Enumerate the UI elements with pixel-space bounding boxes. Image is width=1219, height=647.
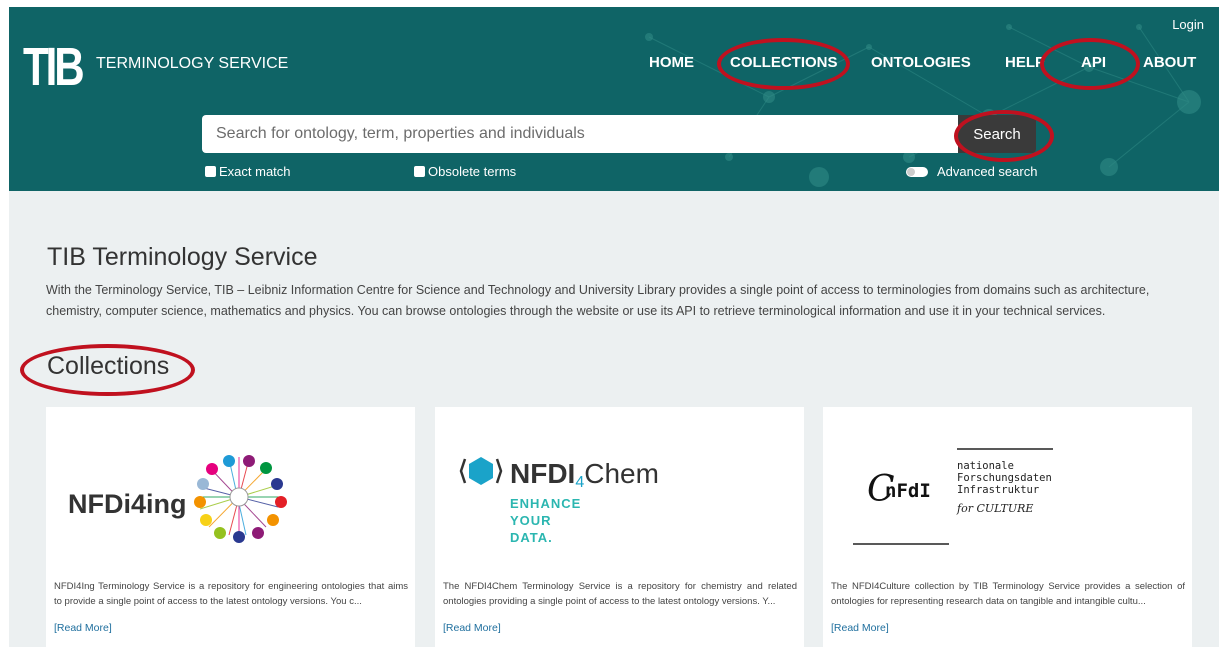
exact-match-checkbox[interactable] bbox=[205, 166, 216, 177]
nav-collections[interactable]: COLLECTIONS bbox=[730, 54, 838, 76]
tib-logo[interactable]: TIB bbox=[23, 37, 85, 97]
logo-line: Infrastruktur bbox=[957, 484, 1039, 496]
nfdi4culture-logo: C nFdI nationale Forschungsdaten Infrast… bbox=[853, 448, 1053, 545]
read-more-link[interactable]: [Read More] bbox=[443, 622, 501, 634]
tagline-line: ENHANCE bbox=[510, 496, 581, 511]
nav-api[interactable]: API bbox=[1081, 54, 1106, 76]
advanced-search-label: Advanced search bbox=[937, 164, 1038, 179]
logo-line: Forschungsdaten bbox=[957, 472, 1052, 484]
exact-match-label: Exact match bbox=[219, 164, 291, 179]
collection-card-nfdi4culture[interactable]: C nFdI nationale Forschungsdaten Infrast… bbox=[823, 407, 1192, 647]
collection-card-nfdi4chem[interactable]: NFDI4Chem ENHANCE YOUR DATA. The NFDI4Ch… bbox=[435, 407, 804, 647]
nfdi4chem-logo-tail: Chem bbox=[584, 458, 659, 489]
advanced-search-option[interactable]: Advanced search bbox=[906, 164, 1037, 179]
login-link[interactable]: Login bbox=[1172, 17, 1204, 32]
card-description: The NFDI4Chem Terminology Service is a r… bbox=[443, 581, 797, 607]
obsolete-terms-label: Obsolete terms bbox=[428, 164, 517, 179]
nfdi4ing-logo: NFDi4ing bbox=[68, 455, 287, 543]
nav-about[interactable]: ABOUT bbox=[1143, 54, 1196, 76]
obsolete-terms-checkbox[interactable] bbox=[414, 166, 425, 177]
intro-text: With the Terminology Service, TIB – Leib… bbox=[46, 283, 1150, 318]
advanced-search-toggle[interactable] bbox=[906, 166, 928, 177]
nfdi4chem-logo-main: NFDI bbox=[510, 458, 575, 489]
collection-card-nfdi4ing[interactable]: NFDi4ing NFDI4Ing Terminology Service is… bbox=[46, 407, 415, 647]
service-name: TERMINOLOGY SERVICE bbox=[96, 55, 289, 72]
search-input[interactable] bbox=[202, 115, 958, 153]
logo-line: nationale bbox=[957, 460, 1014, 472]
nfdi4chem-logo-sub: 4 bbox=[575, 474, 584, 491]
site-header: TIB TERMINOLOGY SERVICE Login HOME COLLE… bbox=[9, 7, 1219, 191]
logo-for-culture: for CULTURE bbox=[956, 502, 1033, 515]
nav-home[interactable]: HOME bbox=[649, 54, 694, 76]
nfdi4culture-logo-text: nFdI bbox=[885, 480, 931, 502]
nfdi4chem-logo: NFDI4Chem ENHANCE YOUR DATA. bbox=[459, 457, 659, 545]
svg-text:NFDI4Chem: NFDI4Chem bbox=[510, 458, 659, 491]
read-more-link[interactable]: [Read More] bbox=[54, 622, 112, 634]
nfdi4ing-logo-text: NFDi4ing bbox=[68, 489, 187, 519]
collections-heading: Collections bbox=[47, 352, 170, 380]
network-background bbox=[645, 24, 1201, 187]
obsolete-terms-option[interactable]: Obsolete terms bbox=[414, 164, 516, 179]
exact-match-option[interactable]: Exact match bbox=[205, 164, 291, 179]
card-description: NFDI4Ing Terminology Service is a reposi… bbox=[54, 581, 408, 607]
search-button[interactable]: Search bbox=[958, 115, 1036, 153]
nav-help[interactable]: HELP bbox=[1005, 54, 1045, 76]
nav-ontologies[interactable]: ONTOLOGIES bbox=[871, 54, 971, 76]
main-content: TIB Terminology Service With the Termino… bbox=[9, 191, 1219, 647]
tagline-line: DATA. bbox=[510, 530, 553, 545]
read-more-link[interactable]: [Read More] bbox=[831, 622, 889, 634]
tagline-line: YOUR bbox=[510, 513, 552, 528]
page-title: TIB Terminology Service bbox=[47, 243, 318, 271]
card-description: The NFDI4Culture collection by TIB Termi… bbox=[831, 581, 1185, 607]
hexagon-icon bbox=[459, 457, 503, 485]
